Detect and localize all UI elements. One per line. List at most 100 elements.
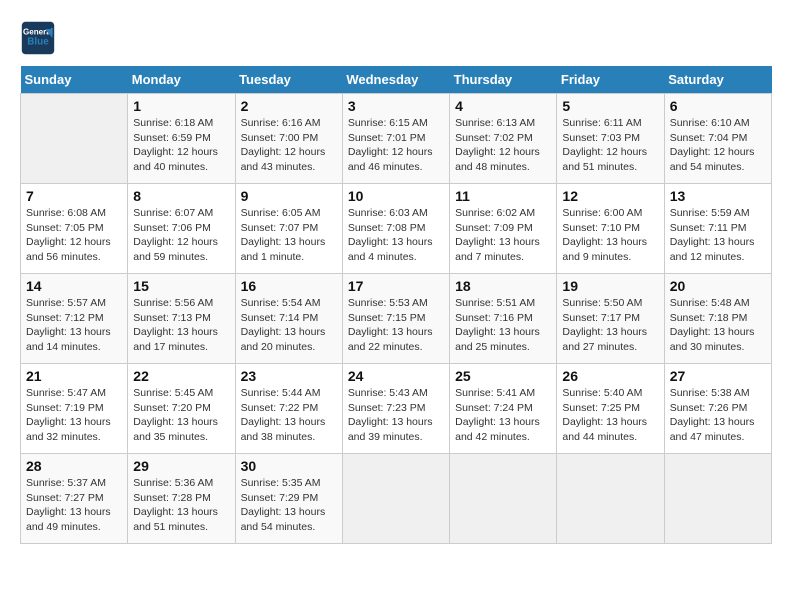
calendar-cell: 2 Sunrise: 6:16 AM Sunset: 7:00 PM Daylig…: [235, 94, 342, 184]
calendar-cell: [450, 454, 557, 544]
day-info: Sunrise: 6:02 AM Sunset: 7:09 PM Dayligh…: [455, 206, 551, 265]
day-number: 21: [26, 368, 122, 384]
column-header-thursday: Thursday: [450, 66, 557, 94]
day-info: Sunrise: 5:44 AM Sunset: 7:22 PM Dayligh…: [241, 386, 337, 445]
day-number: 18: [455, 278, 551, 294]
day-info: Sunrise: 5:35 AM Sunset: 7:29 PM Dayligh…: [241, 476, 337, 535]
day-info: Sunrise: 5:36 AM Sunset: 7:28 PM Dayligh…: [133, 476, 229, 535]
calendar-cell: 1 Sunrise: 6:18 AM Sunset: 6:59 PM Daylig…: [128, 94, 235, 184]
day-info: Sunrise: 5:40 AM Sunset: 7:25 PM Dayligh…: [562, 386, 658, 445]
day-info: Sunrise: 6:16 AM Sunset: 7:00 PM Dayligh…: [241, 116, 337, 175]
day-info: Sunrise: 6:03 AM Sunset: 7:08 PM Dayligh…: [348, 206, 444, 265]
day-info: Sunrise: 5:53 AM Sunset: 7:15 PM Dayligh…: [348, 296, 444, 355]
day-info: Sunrise: 6:08 AM Sunset: 7:05 PM Dayligh…: [26, 206, 122, 265]
week-row-3: 14Sunrise: 5:57 AM Sunset: 7:12 PM Dayli…: [21, 274, 772, 364]
calendar-body: 1 Sunrise: 6:18 AM Sunset: 6:59 PM Daylig…: [21, 94, 772, 544]
day-info: Sunrise: 5:41 AM Sunset: 7:24 PM Dayligh…: [455, 386, 551, 445]
calendar-cell: 22 Sunrise: 5:45 AM Sunset: 7:20 PM Dayli…: [128, 364, 235, 454]
column-header-sunday: Sunday: [21, 66, 128, 94]
svg-text:Blue: Blue: [27, 36, 49, 47]
calendar-cell: 27 Sunrise: 5:38 AM Sunset: 7:26 PM Dayli…: [664, 364, 771, 454]
day-number: 30: [241, 458, 337, 474]
day-number: 29: [133, 458, 229, 474]
calendar-cell: 6 Sunrise: 6:10 AM Sunset: 7:04 PM Daylig…: [664, 94, 771, 184]
day-number: 11: [455, 188, 551, 204]
day-info: Sunrise: 5:47 AM Sunset: 7:19 PM Dayligh…: [26, 386, 122, 445]
day-info: Sunrise: 5:45 AM Sunset: 7:20 PM Dayligh…: [133, 386, 229, 445]
day-info: Sunrise: 5:56 AM Sunset: 7:13 PM Dayligh…: [133, 296, 229, 355]
calendar-cell: 25Sunrise: 5:41 AM Sunset: 7:24 PM Dayli…: [450, 364, 557, 454]
day-number: 16: [241, 278, 337, 294]
day-info: Sunrise: 5:51 AM Sunset: 7:16 PM Dayligh…: [455, 296, 551, 355]
calendar-cell: 3 Sunrise: 6:15 AM Sunset: 7:01 PM Daylig…: [342, 94, 449, 184]
day-info: Sunrise: 5:48 AM Sunset: 7:18 PM Dayligh…: [670, 296, 766, 355]
day-number: 6: [670, 98, 766, 114]
day-number: 3: [348, 98, 444, 114]
day-info: Sunrise: 6:13 AM Sunset: 7:02 PM Dayligh…: [455, 116, 551, 175]
day-number: 8: [133, 188, 229, 204]
calendar-cell: [557, 454, 664, 544]
calendar-cell: 20Sunrise: 5:48 AM Sunset: 7:18 PM Dayli…: [664, 274, 771, 364]
calendar-cell: 19Sunrise: 5:50 AM Sunset: 7:17 PM Dayli…: [557, 274, 664, 364]
calendar-cell: 14Sunrise: 5:57 AM Sunset: 7:12 PM Dayli…: [21, 274, 128, 364]
day-number: 24: [348, 368, 444, 384]
day-number: 28: [26, 458, 122, 474]
week-row-5: 28Sunrise: 5:37 AM Sunset: 7:27 PM Dayli…: [21, 454, 772, 544]
calendar-cell: 21 Sunrise: 5:47 AM Sunset: 7:19 PM Dayli…: [21, 364, 128, 454]
calendar-cell: 12Sunrise: 6:00 AM Sunset: 7:10 PM Dayli…: [557, 184, 664, 274]
calendar-cell: 4 Sunrise: 6:13 AM Sunset: 7:02 PM Daylig…: [450, 94, 557, 184]
calendar-cell: 15 Sunrise: 5:56 AM Sunset: 7:13 PM Dayli…: [128, 274, 235, 364]
calendar-cell: [664, 454, 771, 544]
calendar-cell: 7Sunrise: 6:08 AM Sunset: 7:05 PM Daylig…: [21, 184, 128, 274]
day-info: Sunrise: 6:15 AM Sunset: 7:01 PM Dayligh…: [348, 116, 444, 175]
day-info: Sunrise: 6:11 AM Sunset: 7:03 PM Dayligh…: [562, 116, 658, 175]
page-header: General Blue: [20, 20, 772, 56]
day-info: Sunrise: 6:07 AM Sunset: 7:06 PM Dayligh…: [133, 206, 229, 265]
day-number: 17: [348, 278, 444, 294]
day-number: 12: [562, 188, 658, 204]
day-number: 23: [241, 368, 337, 384]
logo: General Blue: [20, 20, 62, 56]
calendar-header-row: SundayMondayTuesdayWednesdayThursdayFrid…: [21, 66, 772, 94]
calendar-cell: 29 Sunrise: 5:36 AM Sunset: 7:28 PM Dayli…: [128, 454, 235, 544]
day-info: Sunrise: 5:54 AM Sunset: 7:14 PM Dayligh…: [241, 296, 337, 355]
day-number: 10: [348, 188, 444, 204]
calendar-cell: 8 Sunrise: 6:07 AM Sunset: 7:06 PM Daylig…: [128, 184, 235, 274]
day-number: 1: [133, 98, 229, 114]
day-info: Sunrise: 6:18 AM Sunset: 6:59 PM Dayligh…: [133, 116, 229, 175]
calendar-table: SundayMondayTuesdayWednesdayThursdayFrid…: [20, 66, 772, 544]
day-number: 19: [562, 278, 658, 294]
logo-icon: General Blue: [20, 20, 56, 56]
day-info: Sunrise: 6:10 AM Sunset: 7:04 PM Dayligh…: [670, 116, 766, 175]
calendar-cell: 28Sunrise: 5:37 AM Sunset: 7:27 PM Dayli…: [21, 454, 128, 544]
calendar-cell: [342, 454, 449, 544]
day-info: Sunrise: 5:59 AM Sunset: 7:11 PM Dayligh…: [670, 206, 766, 265]
day-number: 5: [562, 98, 658, 114]
calendar-cell: 10 Sunrise: 6:03 AM Sunset: 7:08 PM Dayli…: [342, 184, 449, 274]
calendar-cell: 18 Sunrise: 5:51 AM Sunset: 7:16 PM Dayli…: [450, 274, 557, 364]
day-info: Sunrise: 5:43 AM Sunset: 7:23 PM Dayligh…: [348, 386, 444, 445]
day-info: Sunrise: 5:38 AM Sunset: 7:26 PM Dayligh…: [670, 386, 766, 445]
day-number: 15: [133, 278, 229, 294]
calendar-cell: 11 Sunrise: 6:02 AM Sunset: 7:09 PM Dayli…: [450, 184, 557, 274]
day-number: 27: [670, 368, 766, 384]
calendar-cell: 16 Sunrise: 5:54 AM Sunset: 7:14 PM Dayli…: [235, 274, 342, 364]
calendar-cell: 30 Sunrise: 5:35 AM Sunset: 7:29 PM Dayli…: [235, 454, 342, 544]
day-number: 9: [241, 188, 337, 204]
week-row-4: 21 Sunrise: 5:47 AM Sunset: 7:19 PM Dayli…: [21, 364, 772, 454]
column-header-monday: Monday: [128, 66, 235, 94]
column-header-saturday: Saturday: [664, 66, 771, 94]
week-row-2: 7Sunrise: 6:08 AM Sunset: 7:05 PM Daylig…: [21, 184, 772, 274]
calendar-cell: 23 Sunrise: 5:44 AM Sunset: 7:22 PM Dayli…: [235, 364, 342, 454]
day-number: 4: [455, 98, 551, 114]
day-number: 13: [670, 188, 766, 204]
calendar-cell: 9Sunrise: 6:05 AM Sunset: 7:07 PM Daylig…: [235, 184, 342, 274]
column-header-friday: Friday: [557, 66, 664, 94]
column-header-wednesday: Wednesday: [342, 66, 449, 94]
calendar-cell: 26Sunrise: 5:40 AM Sunset: 7:25 PM Dayli…: [557, 364, 664, 454]
day-number: 22: [133, 368, 229, 384]
calendar-cell: [21, 94, 128, 184]
calendar-cell: 13 Sunrise: 5:59 AM Sunset: 7:11 PM Dayli…: [664, 184, 771, 274]
day-number: 2: [241, 98, 337, 114]
day-info: Sunrise: 5:57 AM Sunset: 7:12 PM Dayligh…: [26, 296, 122, 355]
